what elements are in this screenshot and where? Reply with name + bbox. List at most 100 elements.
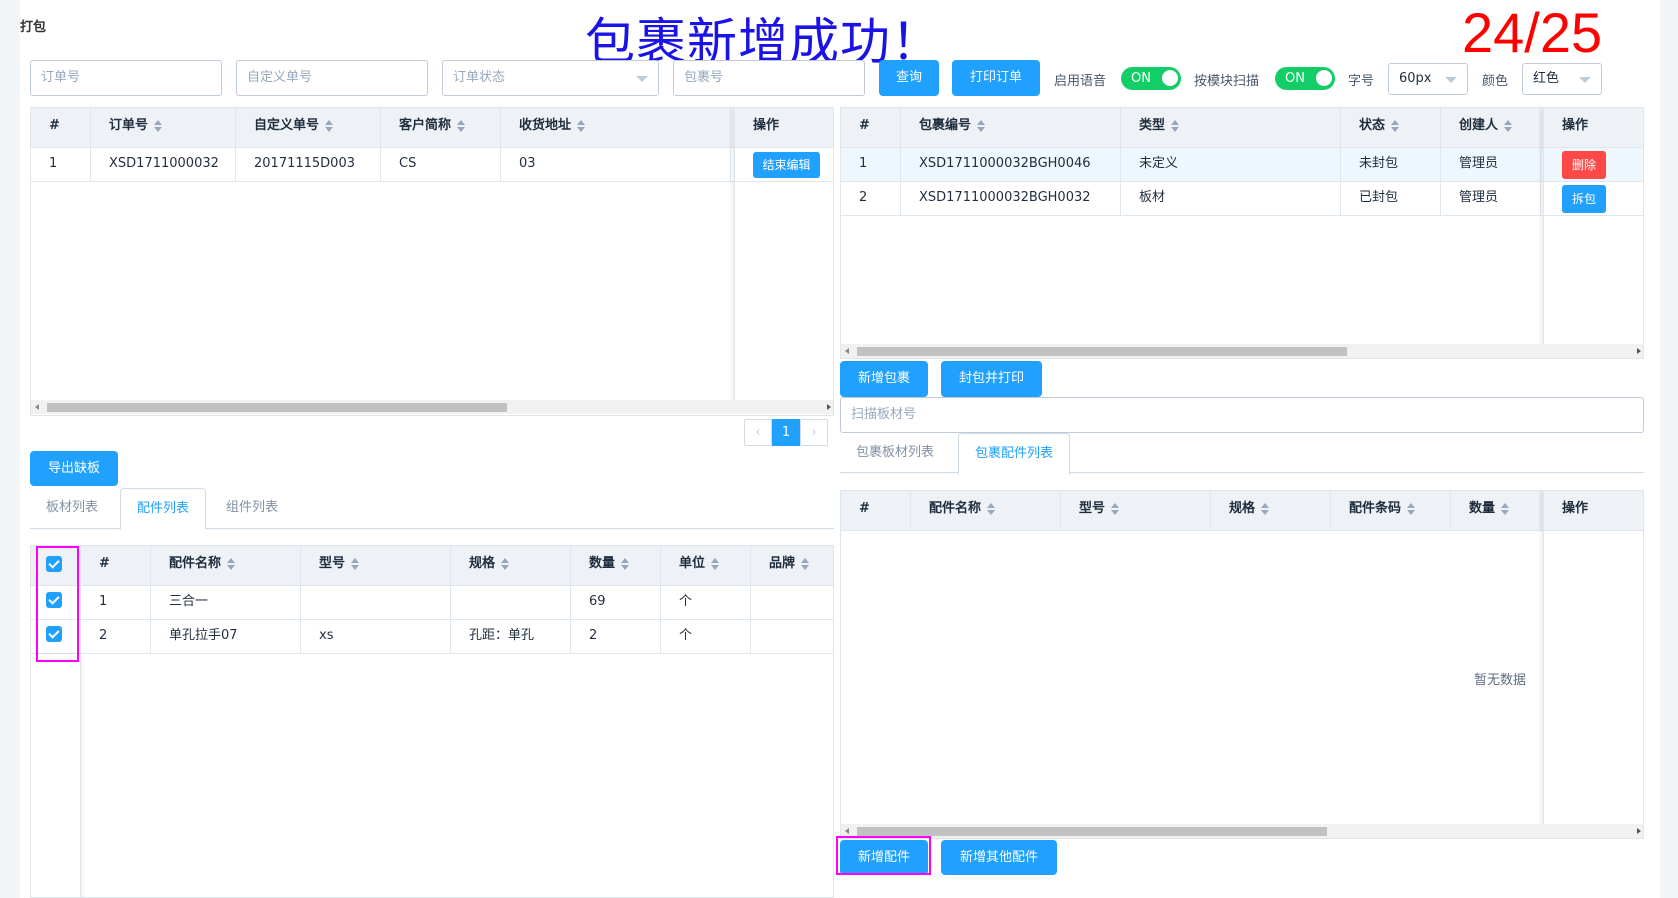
- cell-address: 03: [501, 148, 731, 181]
- orders-hscrollbar[interactable]: [31, 400, 833, 414]
- col-model-label: 型号: [319, 556, 346, 571]
- scroll-right-icon[interactable]: [1637, 348, 1641, 354]
- col-customer-label: 客户简称: [399, 118, 452, 133]
- package-parts-hscrollbar[interactable]: [841, 824, 1643, 838]
- col-package-no[interactable]: 包裹编号: [901, 108, 1121, 147]
- module-scan-toggle[interactable]: ON: [1275, 67, 1335, 90]
- col-creator[interactable]: 创建人: [1441, 108, 1541, 147]
- scroll-left-icon[interactable]: [845, 828, 849, 834]
- scroll-thumb[interactable]: [857, 347, 1347, 356]
- sort-icon[interactable]: [977, 119, 986, 132]
- sort-icon[interactable]: [1111, 502, 1120, 515]
- col-status[interactable]: 状态: [1341, 108, 1441, 147]
- sort-icon[interactable]: [1171, 119, 1180, 132]
- sort-icon[interactable]: [501, 557, 510, 570]
- cell-model: [301, 586, 451, 619]
- scroll-left-icon[interactable]: [35, 404, 39, 410]
- sort-icon[interactable]: [154, 119, 163, 132]
- sort-icon[interactable]: [801, 557, 810, 570]
- sort-icon[interactable]: [987, 502, 996, 515]
- col-unit[interactable]: 单位: [661, 546, 751, 585]
- sort-icon[interactable]: [227, 557, 236, 570]
- sort-icon[interactable]: [1391, 119, 1400, 132]
- query-button[interactable]: 查询: [879, 60, 939, 96]
- highlight-box-add-part: [836, 836, 931, 875]
- col-part-name[interactable]: 配件名称: [151, 546, 301, 585]
- sort-icon[interactable]: [351, 557, 360, 570]
- col-model[interactable]: 型号: [301, 546, 451, 585]
- sort-icon[interactable]: [1501, 502, 1510, 515]
- orders-action-column: 操作 结束编辑: [734, 108, 833, 400]
- cell-index: 2: [81, 620, 151, 653]
- cell-type: 未定义: [1121, 148, 1341, 181]
- col-part-name[interactable]: 配件名称: [911, 491, 1061, 530]
- order-status-select[interactable]: 订单状态: [442, 60, 659, 96]
- col-qty-label: 数量: [589, 556, 616, 571]
- color-select[interactable]: 红色: [1522, 63, 1602, 95]
- col-type[interactable]: 类型: [1121, 108, 1341, 147]
- finish-edit-button[interactable]: 结束编辑: [753, 152, 820, 178]
- page-prev-button[interactable]: ‹: [744, 419, 772, 446]
- scan-board-input[interactable]: 扫描板材号: [840, 397, 1644, 433]
- sort-icon[interactable]: [621, 557, 630, 570]
- export-missing-boards-button[interactable]: 导出缺板: [30, 451, 118, 486]
- tab-boards[interactable]: 板材列表: [30, 488, 114, 528]
- packages-hscrollbar[interactable]: [841, 344, 1643, 358]
- sort-icon[interactable]: [711, 557, 720, 570]
- print-order-button[interactable]: 打印订单: [952, 60, 1040, 96]
- tab-package-boards[interactable]: 包裹板材列表: [840, 433, 950, 473]
- col-order-no[interactable]: 订单号: [91, 108, 236, 147]
- col-qty-label: 数量: [1469, 501, 1496, 516]
- col-brand[interactable]: 品牌: [751, 546, 833, 585]
- col-qty[interactable]: 数量: [571, 546, 661, 585]
- scroll-right-icon[interactable]: [827, 404, 831, 410]
- col-spec[interactable]: 规格: [451, 546, 571, 585]
- table-row[interactable]: 1 XSD1711000032BGH0046 未定义 未封包 管理员: [841, 148, 1643, 182]
- tab-parts[interactable]: 配件列表: [120, 488, 207, 530]
- col-model[interactable]: 型号: [1061, 491, 1211, 530]
- table-row[interactable]: 2 单孔拉手07 xs 孔距：单孔 2 个: [31, 620, 833, 654]
- add-other-part-button[interactable]: 新增其他配件: [941, 840, 1057, 875]
- cell-index: 1: [841, 148, 901, 181]
- fixed-select-column: [31, 654, 81, 897]
- table-row[interactable]: 1 XSD1711000032 20171115D003 CS 03: [31, 148, 833, 182]
- font-size-value: 60px: [1399, 71, 1432, 86]
- col-creator-label: 创建人: [1459, 118, 1499, 133]
- cell-order-no: XSD1711000032: [91, 148, 236, 181]
- sort-icon[interactable]: [1504, 119, 1513, 132]
- sort-icon[interactable]: [577, 119, 586, 132]
- page-next-button[interactable]: ›: [800, 419, 828, 446]
- sort-icon[interactable]: [1261, 502, 1270, 515]
- scroll-thumb[interactable]: [857, 827, 1327, 836]
- col-custom-no[interactable]: 自定义单号: [236, 108, 381, 147]
- tab-package-parts[interactable]: 包裹配件列表: [958, 433, 1071, 475]
- packages-action-column: 操作 删除 拆包: [1543, 108, 1643, 344]
- font-size-select[interactable]: 60px: [1388, 63, 1468, 95]
- scroll-left-icon[interactable]: [845, 348, 849, 354]
- sort-icon[interactable]: [325, 119, 334, 132]
- col-qty[interactable]: 数量: [1451, 491, 1541, 530]
- voice-toggle[interactable]: ON: [1121, 67, 1181, 90]
- seal-and-print-button[interactable]: 封包并打印: [941, 361, 1042, 397]
- table-row[interactable]: 2 XSD1711000032BGH0032 板材 已封包 管理员: [841, 182, 1643, 216]
- cell-index: 1: [31, 148, 91, 181]
- col-barcode[interactable]: 配件条码: [1331, 491, 1451, 530]
- col-spec[interactable]: 规格: [1211, 491, 1331, 530]
- package-no-input[interactable]: 包裹号: [673, 60, 865, 96]
- order-no-input[interactable]: 订单号: [30, 60, 222, 96]
- col-address[interactable]: 收货地址: [501, 108, 731, 147]
- sort-icon[interactable]: [1407, 502, 1416, 515]
- sort-icon[interactable]: [457, 119, 466, 132]
- add-package-button[interactable]: 新增包裹: [840, 361, 928, 397]
- col-status-label: 状态: [1359, 118, 1386, 133]
- custom-no-input[interactable]: 自定义单号: [236, 60, 428, 96]
- unpack-button[interactable]: 拆包: [1562, 185, 1606, 213]
- col-customer[interactable]: 客户简称: [381, 108, 501, 147]
- page-number-current[interactable]: 1: [772, 419, 800, 446]
- table-row[interactable]: 1 三合一 69 个: [31, 586, 833, 620]
- scroll-right-icon[interactable]: [1637, 828, 1641, 834]
- cell-custom-no: 20171115D003: [236, 148, 381, 181]
- delete-button[interactable]: 删除: [1562, 151, 1606, 179]
- tab-components[interactable]: 组件列表: [210, 488, 294, 528]
- scroll-thumb[interactable]: [47, 403, 507, 412]
